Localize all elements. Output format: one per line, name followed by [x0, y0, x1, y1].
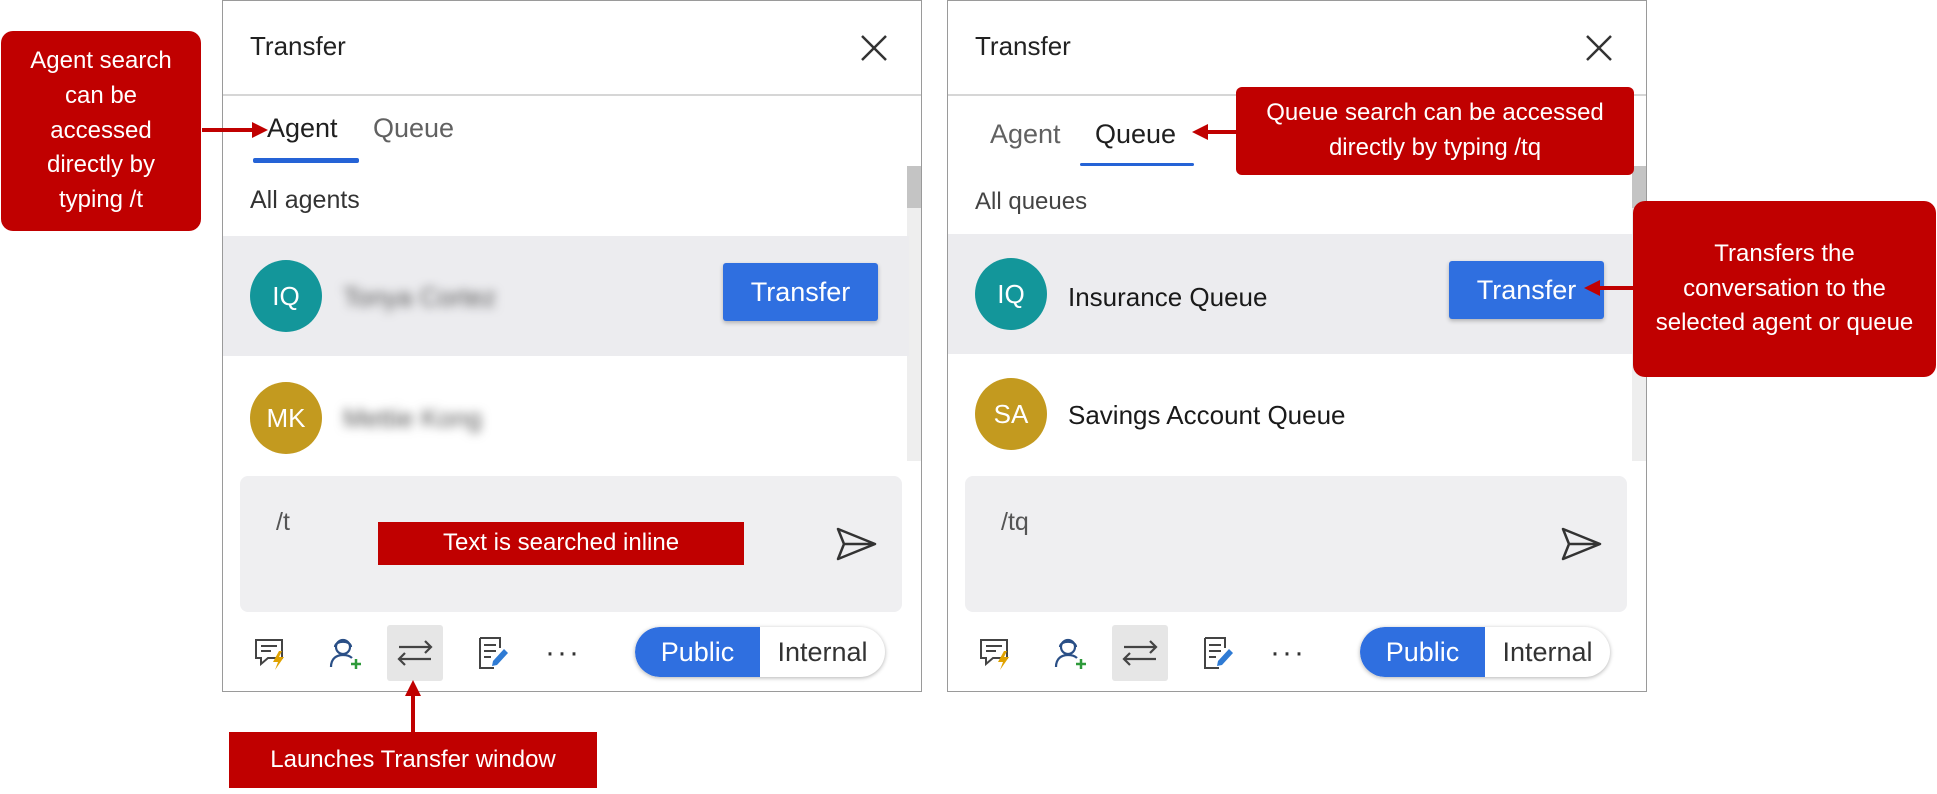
- callout-inline-search: Text is searched inline: [378, 522, 744, 565]
- transfer-button[interactable]: Transfer: [1449, 261, 1604, 319]
- avatar-initials: IQ: [272, 280, 300, 311]
- tab-agent-underline: [253, 158, 359, 163]
- list-item[interactable]: MK Mettie Kong: [223, 356, 909, 476]
- callout-arrow: [405, 680, 421, 732]
- callout-launches-transfer: Launches Transfer window: [229, 732, 597, 788]
- panel-header: Transfer: [223, 1, 921, 96]
- scrollbar-thumb[interactable]: [907, 166, 921, 208]
- agent-name: Tonya Cortez: [343, 282, 497, 312]
- toggle-internal[interactable]: Internal: [760, 627, 885, 677]
- list-item[interactable]: IQ Insurance Queue Transfer: [948, 234, 1634, 354]
- callout-arrow: [1192, 124, 1236, 140]
- queue-name: Savings Account Queue: [1068, 400, 1346, 430]
- toggle-internal[interactable]: Internal: [1485, 627, 1610, 677]
- callout-queue-search: Queue search can be accessed directly by…: [1236, 87, 1634, 175]
- callout-arrow: [1584, 280, 1634, 296]
- send-icon[interactable]: [1561, 526, 1603, 562]
- visibility-toggle[interactable]: Public Internal: [635, 627, 885, 677]
- panel-title: Transfer: [975, 31, 1071, 61]
- compose-box[interactable]: /tq: [965, 476, 1627, 612]
- list-item[interactable]: IQ Tonya Cortez Transfer: [223, 236, 909, 356]
- notes-icon[interactable]: [473, 633, 513, 673]
- notes-icon[interactable]: [1198, 633, 1238, 673]
- toggle-public[interactable]: Public: [1360, 627, 1485, 677]
- quick-replies-icon[interactable]: [976, 633, 1016, 673]
- agent-name: Mettie Kong: [343, 403, 482, 433]
- send-icon[interactable]: [836, 526, 878, 562]
- tab-queue[interactable]: Queue: [373, 113, 454, 144]
- callout-arrow: [202, 122, 268, 138]
- compose-input-text: /tq: [1001, 508, 1029, 536]
- tab-queue-underline: [1080, 163, 1194, 166]
- quick-replies-icon[interactable]: [251, 633, 291, 673]
- section-label: All agents: [250, 186, 360, 214]
- avatar-initials: SA: [993, 398, 1029, 429]
- toggle-public[interactable]: Public: [635, 627, 760, 677]
- transfer-icon[interactable]: [387, 625, 443, 681]
- close-icon[interactable]: [859, 33, 889, 63]
- scrollbar-track[interactable]: [907, 166, 921, 461]
- consult-agent-icon[interactable]: [325, 633, 365, 673]
- visibility-toggle[interactable]: Public Internal: [1360, 627, 1610, 677]
- close-icon[interactable]: [1584, 33, 1614, 63]
- compose-input-text: /t: [276, 508, 290, 536]
- section-label: All queues: [975, 188, 1088, 215]
- tab-agent[interactable]: Agent: [267, 113, 338, 144]
- avatar: IQ: [975, 258, 1047, 330]
- left-transfer-panel: Transfer Agent Queue All agents IQ Tonya…: [222, 0, 922, 692]
- avatar: IQ: [250, 260, 322, 332]
- panel-header: Transfer: [948, 1, 1646, 96]
- callout-agent-search: Agent search can be accessed directly by…: [1, 31, 201, 231]
- list-item[interactable]: SA Savings Account Queue: [948, 354, 1634, 474]
- avatar-initials: MK: [266, 402, 306, 433]
- transfer-button[interactable]: Transfer: [723, 263, 878, 321]
- transfer-icon[interactable]: [1112, 625, 1168, 681]
- tab-agent[interactable]: Agent: [990, 119, 1061, 150]
- consult-agent-icon[interactable]: [1050, 633, 1090, 673]
- more-icon[interactable]: ···: [543, 633, 583, 673]
- avatar-initials: IQ: [997, 278, 1025, 309]
- panel-title: Transfer: [250, 31, 346, 61]
- avatar: MK: [250, 382, 322, 454]
- callout-transfers-conversation: Transfers the conversation to the select…: [1633, 201, 1936, 377]
- more-icon[interactable]: ···: [1268, 633, 1308, 673]
- queue-name: Insurance Queue: [1068, 282, 1268, 312]
- tab-queue[interactable]: Queue: [1095, 119, 1176, 150]
- avatar: SA: [975, 378, 1047, 450]
